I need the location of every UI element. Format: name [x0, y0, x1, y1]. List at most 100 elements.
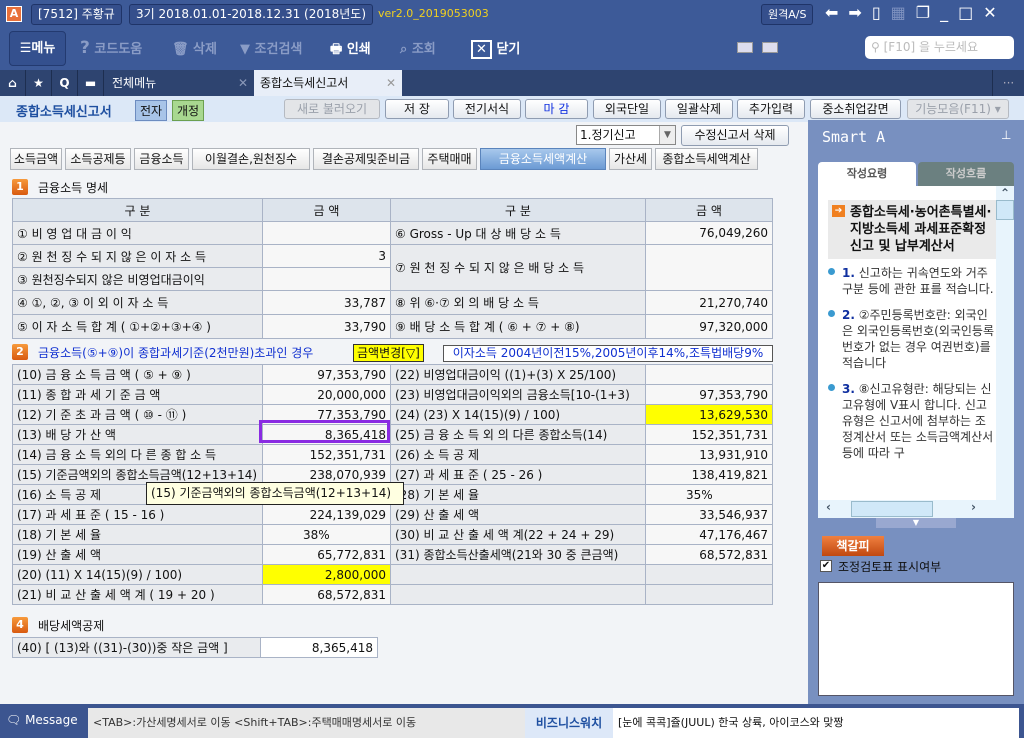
minimize-icon[interactable]: _ — [940, 3, 958, 22]
grid-icon[interactable]: ▦ — [891, 3, 916, 22]
amount-value[interactable]: 38% — [262, 524, 391, 545]
tab-writing-flow[interactable]: 작성흐름 — [918, 162, 1014, 186]
form-tab[interactable]: 종합소득세액계산 — [655, 148, 758, 170]
filter-button[interactable]: ▼ 조건검색 — [240, 38, 302, 57]
form-tab[interactable]: 가산세 — [609, 148, 652, 170]
amount-value[interactable]: 68,572,831 — [645, 544, 773, 565]
home-icon[interactable]: ⌂ — [0, 70, 26, 96]
close-tab-icon[interactable]: ✕ — [238, 70, 248, 96]
memo-area[interactable] — [818, 582, 1014, 696]
form-tab[interactable]: 금융소득세액계산 — [480, 148, 606, 170]
delete-button[interactable]: 🗑 삭제 — [172, 38, 217, 57]
column-header: 구 분 — [390, 198, 646, 222]
maximize-icon[interactable]: □ — [958, 3, 983, 22]
forward-icon[interactable]: ➡ — [848, 3, 871, 22]
tab-all-menu[interactable]: 전체메뉴 ✕ — [106, 70, 254, 96]
window-icon[interactable]: ❐ — [916, 3, 940, 22]
layout-icon-2[interactable] — [762, 42, 778, 53]
item-text: 신고하는 귀속연도와 거주구분 등에 관한 표를 적습니다. — [842, 266, 994, 296]
amount-value[interactable]: 97,353,790 — [645, 384, 773, 405]
expand-icon[interactable]: ▼ — [876, 518, 956, 528]
company-selector[interactable]: [7512] 주황규 — [31, 4, 122, 25]
revision-badge[interactable]: 개정 — [172, 100, 205, 121]
amount-value[interactable]: 152,351,731 — [262, 444, 391, 465]
amount-value[interactable]: 97,353,790 — [262, 364, 391, 385]
search-box[interactable]: ⚲ [F10] 을 누르세요 — [865, 36, 1014, 59]
delete-amendment-button[interactable]: 수정신고서 삭제 — [681, 125, 789, 146]
electronic-badge[interactable]: 전자 — [135, 100, 168, 121]
scroll-right-icon[interactable]: › — [971, 500, 976, 514]
review-checkbox[interactable]: ✔ — [820, 560, 832, 572]
dividend-credit-table: (40) [ (13)와 ((31)-(30))중 작은 금액 ] 8,365,4… — [12, 637, 378, 658]
scrollbar-horizontal[interactable]: ‹ › — [818, 500, 1014, 518]
filing-type-select[interactable]: 1.정기신고 ▼ — [576, 125, 676, 145]
amount-value[interactable]: 224,139,029 — [262, 504, 391, 525]
form-tab[interactable]: 소득공제등 — [65, 148, 131, 170]
form-tab[interactable]: 결손공제및준비금 — [313, 148, 419, 170]
save-button[interactable]: 저 장 — [385, 99, 449, 119]
close-button[interactable]: ✕ 닫기 — [471, 38, 520, 59]
form-tab[interactable]: 금융소득 — [134, 148, 189, 170]
pin-icon[interactable]: ⊥ — [1001, 128, 1011, 142]
amount-value[interactable]: 65,772,831 — [262, 544, 391, 565]
amount-input[interactable] — [262, 267, 391, 291]
amount-value[interactable]: 47,176,467 — [645, 524, 773, 545]
close-period-button[interactable]: 마 감 — [525, 99, 588, 119]
form-tab[interactable]: 이월결손,원천징수 — [192, 148, 310, 170]
tab-income-tax-return[interactable]: 종합소득세신고서 ✕ — [254, 70, 402, 96]
sme-reduction-button[interactable]: 중소취업감면 — [810, 99, 901, 119]
news-ticker[interactable]: [눈에 콕콕]쥴(JUUL) 한국 상륙, 아이코스와 맞짱 — [613, 708, 1019, 738]
amount-value[interactable]: 13,931,910 — [645, 444, 773, 465]
scroll-left-icon[interactable]: ‹ — [826, 500, 831, 514]
amount-value[interactable]: 35% — [645, 484, 773, 505]
period-selector[interactable]: 3기 2018.01.01-2018.12.31 (2018년도) — [129, 4, 374, 25]
amount-change-button[interactable]: 금액변경[▽] — [353, 344, 424, 362]
amount-input[interactable]: 33,787 — [262, 290, 391, 315]
layout-icon-1[interactable] — [737, 42, 753, 53]
previous-form-button[interactable]: 전기서식 — [453, 99, 521, 119]
more-icon[interactable]: ··· — [992, 70, 1024, 96]
amount-value[interactable]: 138,419,821 — [645, 464, 773, 485]
amount-value[interactable]: 68,572,831 — [262, 584, 391, 605]
amount-value[interactable] — [645, 584, 773, 605]
back-icon[interactable]: ⬅ — [825, 3, 848, 22]
print-button[interactable]: 🖶 인쇄 — [330, 38, 371, 62]
question-icon: ? — [80, 38, 90, 58]
close-tab-icon[interactable]: ✕ — [386, 70, 396, 96]
add-input-button[interactable]: 추가입력 — [737, 99, 805, 119]
amount-value[interactable] — [645, 364, 773, 385]
foreign-single-button[interactable]: 외국단일 — [593, 99, 661, 119]
calendar-icon[interactable]: ▬ — [78, 70, 104, 96]
amount-input[interactable]: 21,270,740 — [645, 290, 773, 315]
function-menu-button[interactable]: 기능모음(F11) ▾ — [907, 99, 1009, 119]
scroll-up-icon[interactable]: ⌃ — [996, 186, 1014, 200]
amount-value[interactable]: 152,351,731 — [645, 424, 773, 445]
amount-value[interactable] — [645, 564, 773, 585]
amount-value[interactable]: 13,629,530 — [645, 404, 773, 425]
amount-input[interactable] — [645, 244, 773, 291]
form-tab[interactable]: 주택매매 — [422, 148, 477, 170]
toolbar: ☰메뉴 ? 코드도움 🗑 삭제 ▼ 조건검색 🖶 인쇄 ⌕ 조회 ✕ 닫기 ⚲ … — [0, 28, 1024, 70]
form-tab[interactable]: 소득금액 — [10, 148, 62, 170]
amount-value[interactable]: 33,546,937 — [645, 504, 773, 525]
amount-input[interactable]: 3 — [262, 244, 391, 268]
amount-input[interactable] — [262, 221, 391, 245]
amount-value[interactable]: 20,000,000 — [262, 384, 391, 405]
menu-button[interactable]: ☰메뉴 — [9, 31, 66, 66]
tab-writing-guide[interactable]: 작성요령 — [818, 162, 916, 186]
close-window-icon[interactable]: ✕ — [983, 3, 1006, 22]
reload-button[interactable]: 새로 불러오기 — [284, 99, 380, 119]
item-number: 3. — [842, 382, 855, 396]
star-icon[interactable]: ★ — [26, 70, 52, 96]
remote-as-button[interactable]: 원격A/S — [761, 4, 814, 25]
amount-input[interactable]: 76,049,260 — [645, 221, 773, 245]
page-title: 종합소득세신고서 — [16, 105, 112, 120]
code-help-button[interactable]: ? 코드도움 — [80, 38, 142, 58]
quick-icon[interactable]: Q — [52, 70, 78, 96]
view-button[interactable]: ⌕ 조회 — [400, 38, 436, 57]
scrollbar-vertical[interactable]: ⌃ — [996, 186, 1014, 500]
section-title: 금융소득 명세 — [38, 181, 109, 195]
amount-value[interactable]: 2,800,000 — [262, 564, 391, 585]
book-icon[interactable]: ▯ — [872, 3, 891, 22]
bulk-delete-button[interactable]: 일괄삭제 — [665, 99, 733, 119]
